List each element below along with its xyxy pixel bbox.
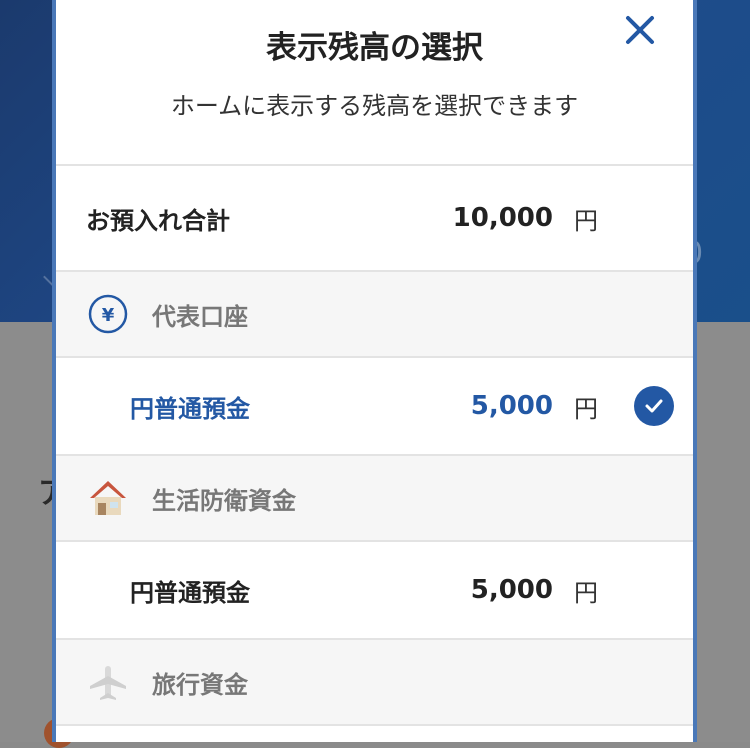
airplane-icon [90,666,126,700]
total-unit: 円 [574,206,598,235]
balance-select-modal: 表示残高の選択 ホームに表示する残高を選択できます お預入れ合計 10,000 … [52,0,697,742]
account-row-selected[interactable]: 円普通預金 5,000 円 [56,358,693,456]
total-label: お預入れ合計 [86,206,230,235]
svg-text:¥: ¥ [102,305,115,326]
account-unit: 円 [574,578,598,607]
checkmark-icon [645,399,663,413]
yen-icon: ¥ [88,294,128,334]
group-label: 旅行資金 [152,670,248,699]
modal-header: 表示残高の選択 ホームに表示する残高を選択できます [56,0,693,166]
account-unit: 円 [574,394,598,423]
account-amount: 5,000 [470,575,553,605]
group-label: 生活防衛資金 [152,486,296,515]
close-button[interactable] [622,12,658,48]
group-header-travel-fund: 旅行資金 [56,640,693,726]
total-amount: 10,000 [452,203,553,233]
modal-subtitle: ホームに表示する残高を選択できます [170,92,579,120]
group-label: 代表口座 [152,302,248,331]
account-row[interactable]: 円普通預金 5,000 円 [56,542,693,640]
account-label: 円普通預金 [130,394,250,423]
total-balance-row[interactable]: お預入れ合計 10,000 円 [56,166,693,272]
house-icon [90,481,126,515]
group-header-emergency-fund: 生活防衛資金 [56,456,693,542]
modal-title: 表示残高の選択 [266,30,483,66]
group-header-main-account: ¥ 代表口座 [56,272,693,358]
account-label: 円普通預金 [130,578,250,607]
account-amount: 5,000 [470,391,553,421]
selected-check-icon[interactable] [634,386,674,426]
close-icon [626,16,654,44]
